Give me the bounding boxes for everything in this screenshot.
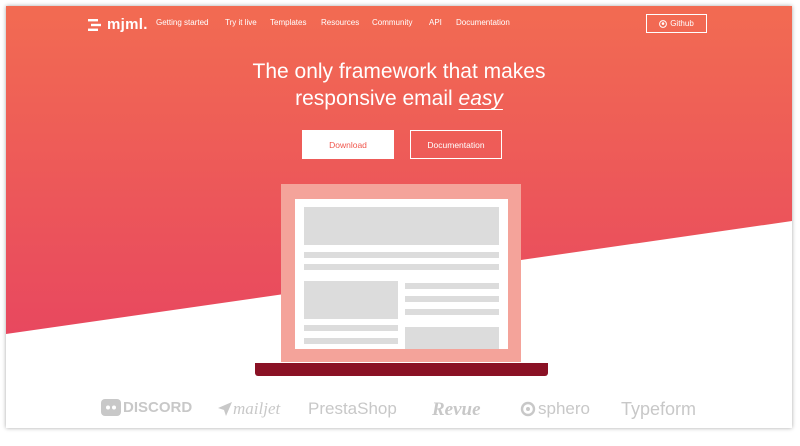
laptop-base [255,363,548,376]
email-header-placeholder [304,207,499,245]
email-image-placeholder [304,281,398,319]
brand-sphero: sphero [520,399,590,419]
brand-discord: DISCORD [101,399,192,416]
email-text-line [304,252,499,258]
nav-link-api[interactable]: API [429,18,442,27]
mjml-logo[interactable]: mjml. [88,16,148,33]
brand-mailjet: mailjet [218,399,280,419]
headline-emphasis: easy [458,87,503,110]
email-text-line [304,325,398,331]
nav-link-getting-started[interactable]: Getting started [156,18,208,27]
brand-typeform: Typeform [621,399,697,419]
nav-link-templates[interactable]: Templates [270,18,306,27]
top-navigation: mjml. Getting started Try it live Templa… [6,6,792,42]
github-icon [659,19,668,28]
mailjet-icon [218,402,232,416]
nav-link-try-it-live[interactable]: Try it live [225,18,257,27]
browser-frame: mjml. Getting started Try it live Templa… [6,6,792,428]
laptop-screen [295,199,508,349]
email-text-line [304,338,398,344]
headline-line-2-prefix: responsive email [295,87,459,110]
mjml-logo-icon [88,18,101,31]
brand-revue: Revue [432,399,481,420]
download-button[interactable]: Download [302,130,394,159]
headline-line-2: responsive email easy [6,85,792,112]
email-image-placeholder [405,327,499,349]
email-text-line [405,309,499,315]
email-text-line [405,296,499,302]
logo-text: mjml. [107,16,148,33]
sphero-icon [520,401,536,417]
email-text-line [304,264,499,270]
nav-link-community[interactable]: Community [372,18,412,27]
github-label: Github [670,19,694,28]
nav-link-documentation[interactable]: Documentation [456,18,510,27]
hero-headline: The only framework that makes responsive… [6,58,792,112]
email-text-line [405,283,499,289]
discord-icon [101,399,121,416]
documentation-button[interactable]: Documentation [410,130,502,159]
brand-prestashop: PrestaShop [308,399,397,418]
nav-link-resources[interactable]: Resources [321,18,359,27]
github-button[interactable]: Github [646,14,707,33]
headline-line-1: The only framework that makes [252,60,546,83]
